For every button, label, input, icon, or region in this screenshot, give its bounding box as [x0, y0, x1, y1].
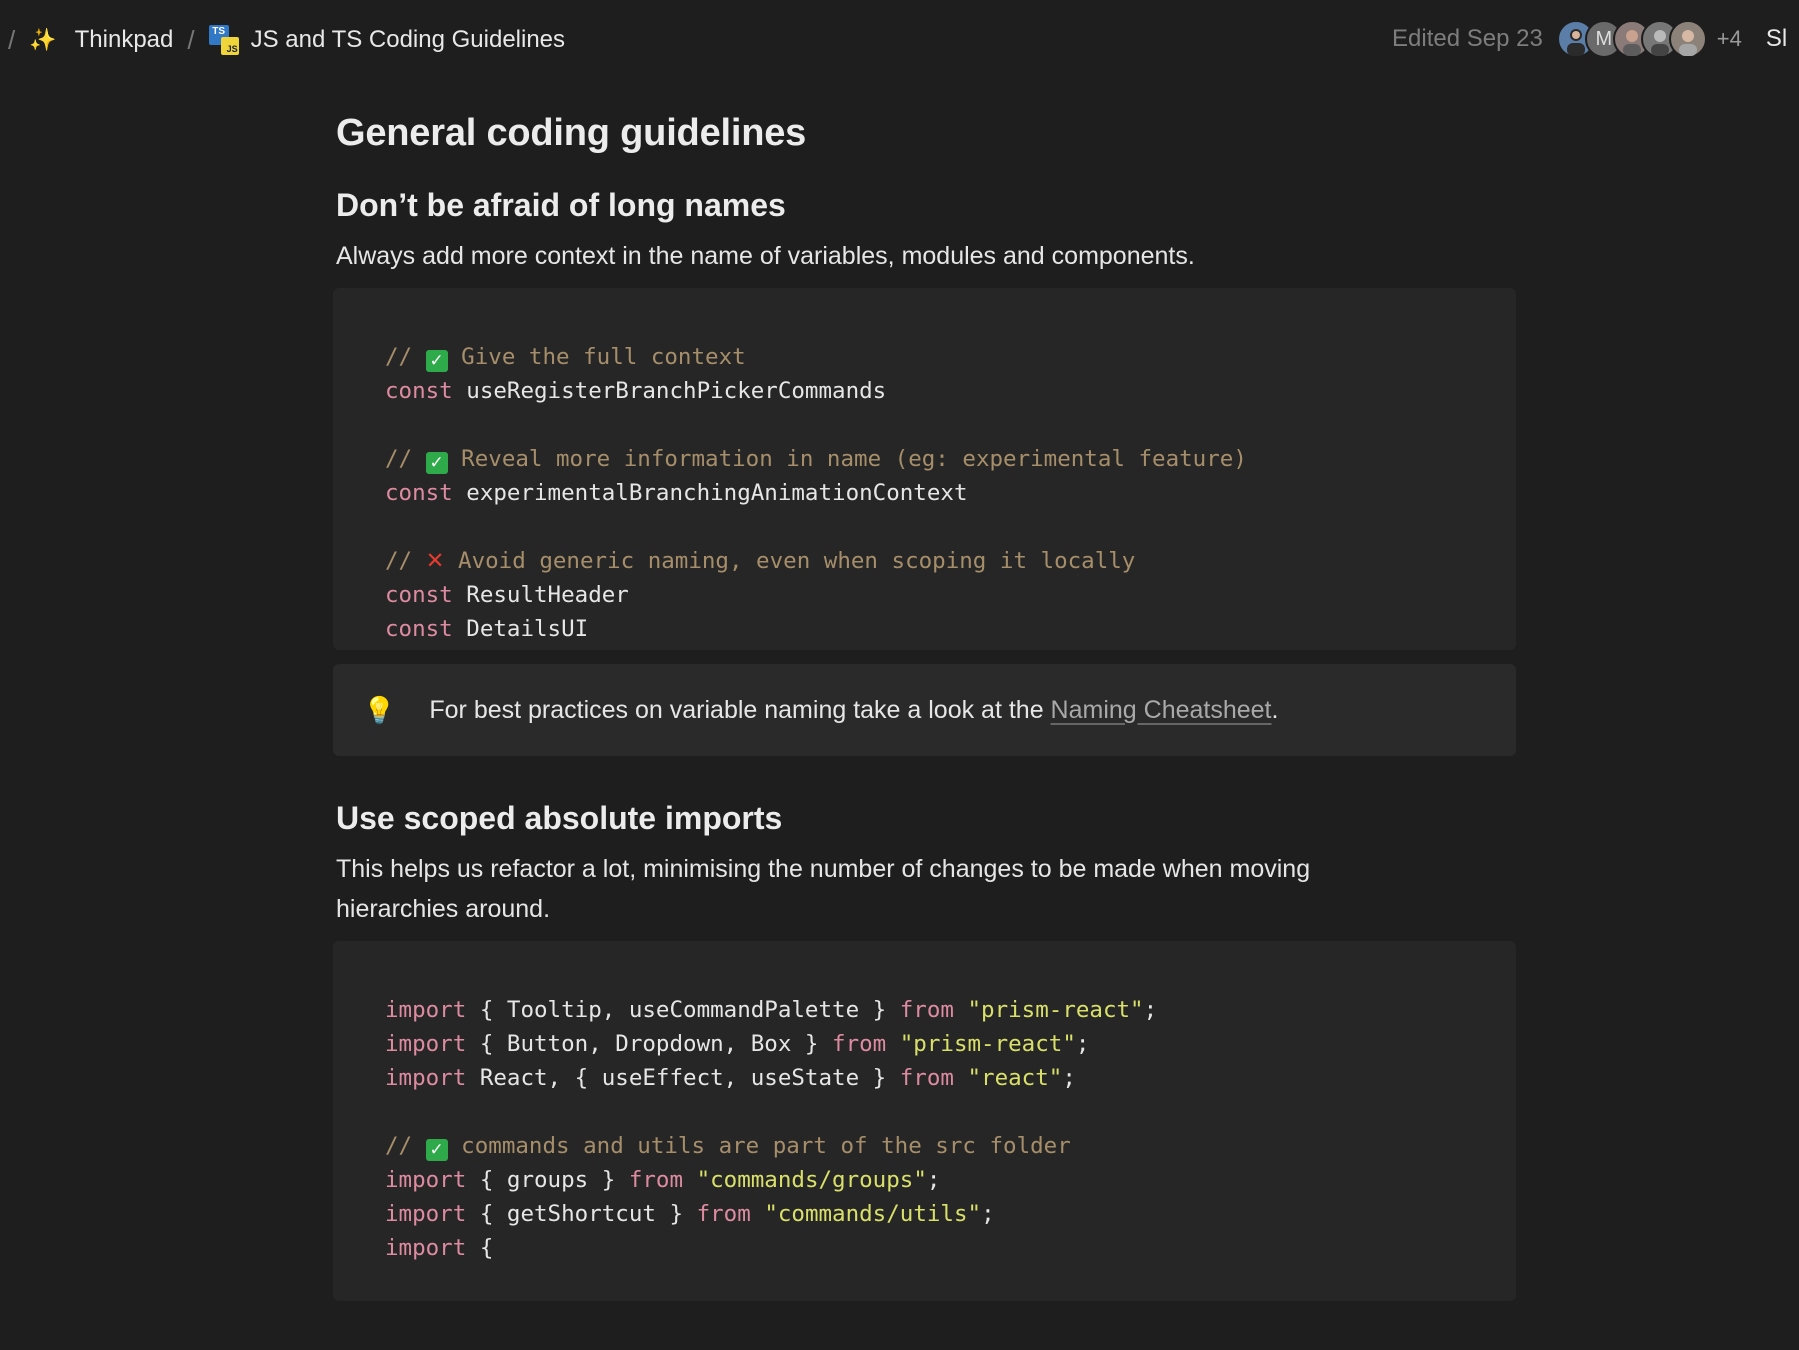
code-line: import { Tooltip, useCommandPalette } fr… — [385, 997, 1158, 1023]
code-line: import { getShortcut } from "commands/ut… — [385, 1201, 995, 1227]
top-bar: / ✨ Thinkpad / TS JS JS and TS Coding Gui… — [0, 0, 1799, 80]
code-line: const useRegisterBranchPickerCommands — [385, 378, 887, 404]
section-description[interactable]: This helps us refactor a lot, minimising… — [336, 849, 1436, 929]
breadcrumb-separator: / — [187, 24, 195, 55]
check-icon: ✓ — [425, 1139, 448, 1161]
breadcrumb: / ✨ Thinkpad / TS JS JS and TS Coding Gui… — [8, 20, 565, 60]
callout-text: For best practices on variable naming ta… — [429, 695, 1279, 724]
typescript-javascript-icon: TS JS — [208, 25, 239, 55]
breadcrumb-workspace[interactable]: Thinkpad — [75, 26, 174, 54]
code-line: import { groups } from "commands/groups"… — [385, 1167, 941, 1193]
code-line: const experimentalBranchingAnimationCont… — [385, 480, 968, 506]
section-description[interactable]: Always add more context in the name of v… — [336, 236, 1516, 276]
section-heading[interactable]: Don’t be afraid of long names — [336, 187, 1516, 224]
breadcrumb-separator: / — [8, 24, 16, 55]
page-content: General coding guidelines Don’t be afrai… — [333, 100, 1516, 1301]
code-line: const ResultHeader — [385, 582, 629, 608]
code-line: const DetailsUI — [385, 616, 589, 642]
cross-icon: ✕ — [425, 548, 445, 574]
section-heading[interactable]: Use scoped absolute imports — [336, 800, 1516, 837]
lightbulb-icon: 💡 — [363, 694, 396, 725]
collaborator-avatars[interactable]: M — [1556, 20, 1707, 58]
callout: 💡 For best practices on variable naming … — [333, 664, 1516, 756]
code-line: import { Button, Dropdown, Box } from "p… — [385, 1031, 1090, 1057]
code-line-comment: // ✓ commands and utils are part of the … — [385, 1133, 1071, 1161]
code-line: import React, { useEffect, useState } fr… — [385, 1065, 1076, 1091]
naming-cheatsheet-link[interactable]: Naming Cheatsheet — [1051, 696, 1272, 724]
code-line: import { — [385, 1235, 494, 1261]
code-line-comment: // ✓ Reveal more information in name (eg… — [385, 446, 1247, 474]
code-line-comment: // ✓ Give the full context — [385, 344, 746, 372]
edited-timestamp[interactable]: Edited Sep 23 — [1392, 25, 1543, 53]
share-button[interactable]: Sl — [1766, 25, 1787, 53]
sparkles-icon: ✨ — [29, 27, 57, 52]
check-icon: ✓ — [425, 350, 448, 372]
check-icon: ✓ — [425, 452, 448, 474]
code-line-comment: // ✕ Avoid generic naming, even when sco… — [385, 548, 1136, 574]
code-block[interactable]: import { Tooltip, useCommandPalette } fr… — [333, 941, 1516, 1301]
header-actions: Edited Sep 23 M +4 Sl — [1392, 19, 1787, 59]
more-collaborators-count[interactable]: +4 — [1717, 26, 1742, 52]
code-block[interactable]: // ✓ Give the full context const useRegi… — [333, 288, 1516, 650]
avatar[interactable] — [1668, 20, 1707, 58]
breadcrumb-current-page[interactable]: JS and TS Coding Guidelines — [251, 26, 565, 54]
page-title[interactable]: General coding guidelines — [336, 112, 1516, 155]
